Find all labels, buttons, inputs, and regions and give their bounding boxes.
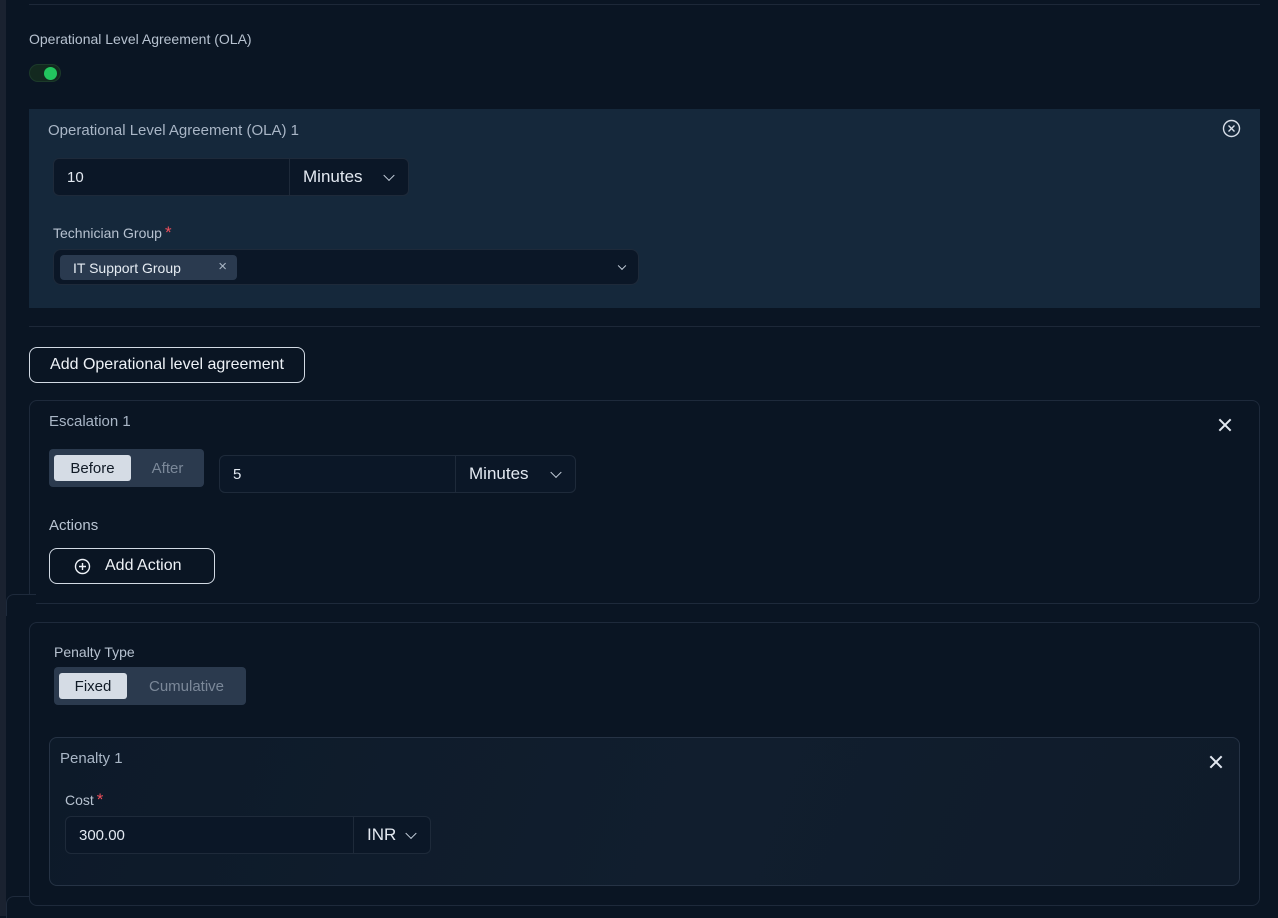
- actions-label: Actions: [49, 517, 99, 534]
- ola-duration-unit-select[interactable]: Minutes: [289, 158, 409, 196]
- timing-option-before[interactable]: Before: [54, 455, 131, 481]
- chevron-down-icon: [383, 169, 395, 182]
- ola-toggle[interactable]: [29, 64, 61, 82]
- left-edge-bar: [0, 0, 6, 916]
- ola-section-label: Operational Level Agreement (OLA): [29, 31, 252, 47]
- tag-remove-icon[interactable]: ×: [218, 258, 227, 275]
- technician-group-tag: IT Support Group ×: [60, 255, 237, 280]
- timing-option-after[interactable]: After: [131, 455, 204, 481]
- plus-circle-icon: [74, 558, 91, 574]
- penalty-type-cumulative[interactable]: Cumulative: [127, 673, 246, 699]
- penalty-item-title: Penalty 1: [60, 750, 123, 767]
- top-divider: [29, 4, 1260, 5]
- ola-item-title: Operational Level Agreement (OLA) 1: [48, 122, 299, 139]
- close-circle-icon[interactable]: [1222, 119, 1241, 138]
- add-action-button[interactable]: Add Action: [49, 548, 215, 584]
- currency-select[interactable]: INR: [353, 816, 431, 854]
- section-divider: [29, 326, 1260, 327]
- escalation-duration-input[interactable]: 5: [219, 455, 456, 493]
- cost-label-text: Cost: [65, 792, 94, 808]
- technician-group-select[interactable]: IT Support Group ×: [53, 249, 639, 285]
- panel-notch: [6, 594, 36, 616]
- required-marker: *: [164, 223, 172, 242]
- required-marker: *: [96, 790, 104, 809]
- chevron-down-icon: [617, 261, 627, 271]
- ola-duration-unit-value: Minutes: [303, 167, 363, 186]
- chevron-down-icon: [550, 466, 562, 479]
- penalty-type-segmented-control: Fixed Cumulative: [54, 667, 246, 705]
- technician-group-label-text: Technician Group: [53, 225, 162, 241]
- timing-segmented-control: Before After: [49, 449, 204, 487]
- escalation-duration-unit-value: Minutes: [469, 464, 529, 483]
- cost-input[interactable]: 300.00: [65, 816, 354, 854]
- close-icon[interactable]: [1218, 418, 1232, 432]
- escalation-title: Escalation 1: [49, 413, 131, 430]
- escalation-duration-unit-select[interactable]: Minutes: [455, 455, 576, 493]
- chevron-down-icon: [405, 827, 417, 840]
- cost-label: Cost *: [65, 790, 103, 810]
- toggle-knob: [44, 67, 57, 80]
- tag-label: IT Support Group: [73, 259, 181, 276]
- close-icon[interactable]: [1209, 755, 1223, 769]
- ola-duration-input[interactable]: 10: [53, 158, 290, 196]
- penalty-item-card: [49, 737, 1240, 886]
- penalty-type-label: Penalty Type: [54, 644, 135, 660]
- add-ola-button[interactable]: Add Operational level agreement: [29, 347, 305, 383]
- add-action-label: Add Action: [105, 557, 182, 574]
- penalty-type-fixed[interactable]: Fixed: [59, 673, 127, 699]
- technician-group-label: Technician Group *: [53, 223, 172, 243]
- currency-value: INR: [367, 825, 397, 844]
